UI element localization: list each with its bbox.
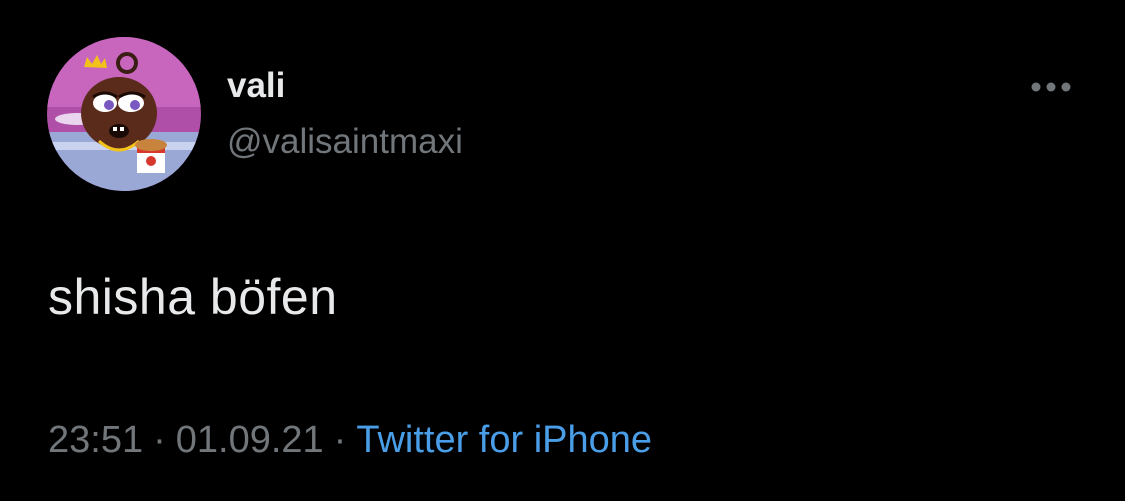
more-options-icon (1031, 82, 1071, 92)
display-name[interactable]: vali (227, 68, 285, 103)
cartoon-character-avatar-icon (47, 37, 201, 191)
tweet-date[interactable]: 01.09.21 (176, 419, 324, 461)
tweet-text: shisha böfen (48, 269, 338, 325)
avatar[interactable] (47, 37, 201, 191)
source-link[interactable]: Twitter for iPhone (356, 419, 652, 461)
more-options-button[interactable] (1026, 72, 1076, 102)
separator: · (153, 419, 166, 461)
username[interactable]: @valisaintmaxi (227, 124, 463, 159)
tweet-time[interactable]: 23:51 (48, 419, 143, 461)
tweet-card: vali @valisaintmaxi shisha böfen 23:51 · 0… (0, 0, 1125, 501)
tweet-metadata: 23:51 · 01.09.21 · Twitter for iPhone (48, 421, 652, 459)
separator: · (333, 419, 347, 461)
